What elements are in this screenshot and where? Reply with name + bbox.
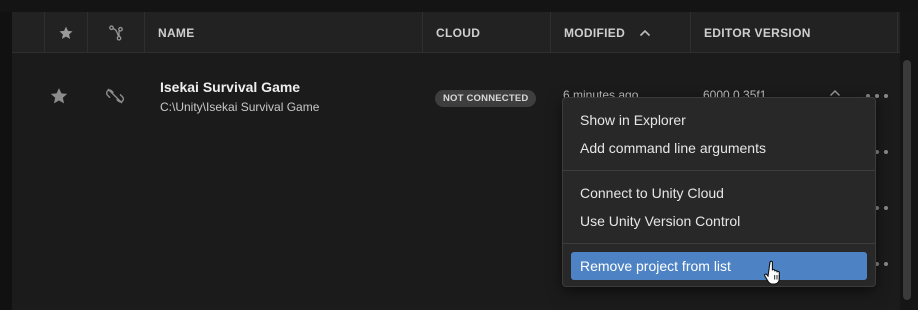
project-name[interactable]: Isekai Survival Game [160, 79, 300, 95]
header-version-control[interactable] [88, 12, 145, 53]
menu-item-remove-project-from-list[interactable]: Remove project from list [571, 252, 867, 280]
header-editor-version[interactable]: EDITOR VERSION [691, 12, 898, 53]
top-strip [0, 0, 918, 12]
menu-item-add-command-line-arguments[interactable]: Add command line arguments [571, 134, 867, 162]
header-editor-version-label: EDITOR VERSION [704, 25, 811, 40]
header-cloud[interactable]: CLOUD [423, 12, 551, 53]
branch-icon [109, 24, 123, 41]
header-name-label: NAME [158, 25, 195, 40]
menu-item-use-unity-version-control[interactable]: Use Unity Version Control [571, 207, 867, 235]
star-icon [50, 88, 68, 104]
version-control-status[interactable] [104, 86, 128, 108]
header-cloud-label: CLOUD [436, 25, 481, 40]
hand-cursor-icon [764, 260, 780, 285]
chevron-up-icon [640, 29, 651, 36]
vertical-scrollbar[interactable] [903, 60, 911, 300]
header-blank-cell [12, 12, 45, 53]
menu-separator [563, 170, 875, 171]
menu-item-connect-to-unity-cloud[interactable]: Connect to Unity Cloud [571, 179, 867, 207]
project-path: C:\Unity\Isekai Survival Game [160, 100, 320, 114]
menu-separator [563, 243, 875, 244]
context-menu: Show in Explorer Add command line argume… [562, 97, 876, 287]
header-favorite[interactable] [45, 12, 88, 53]
star-icon [59, 26, 73, 39]
table-header: NAME CLOUD MODIFIED EDITOR VERSION [12, 12, 900, 53]
menu-item-show-in-explorer[interactable]: Show in Explorer [571, 106, 867, 134]
header-modified[interactable]: MODIFIED [551, 12, 691, 53]
favorite-toggle[interactable] [48, 86, 72, 106]
cloud-status-badge[interactable]: NOT CONNECTED [435, 90, 537, 107]
header-name[interactable]: NAME [145, 12, 423, 53]
unlinked-icon [105, 88, 125, 104]
header-modified-label: MODIFIED [564, 25, 626, 40]
